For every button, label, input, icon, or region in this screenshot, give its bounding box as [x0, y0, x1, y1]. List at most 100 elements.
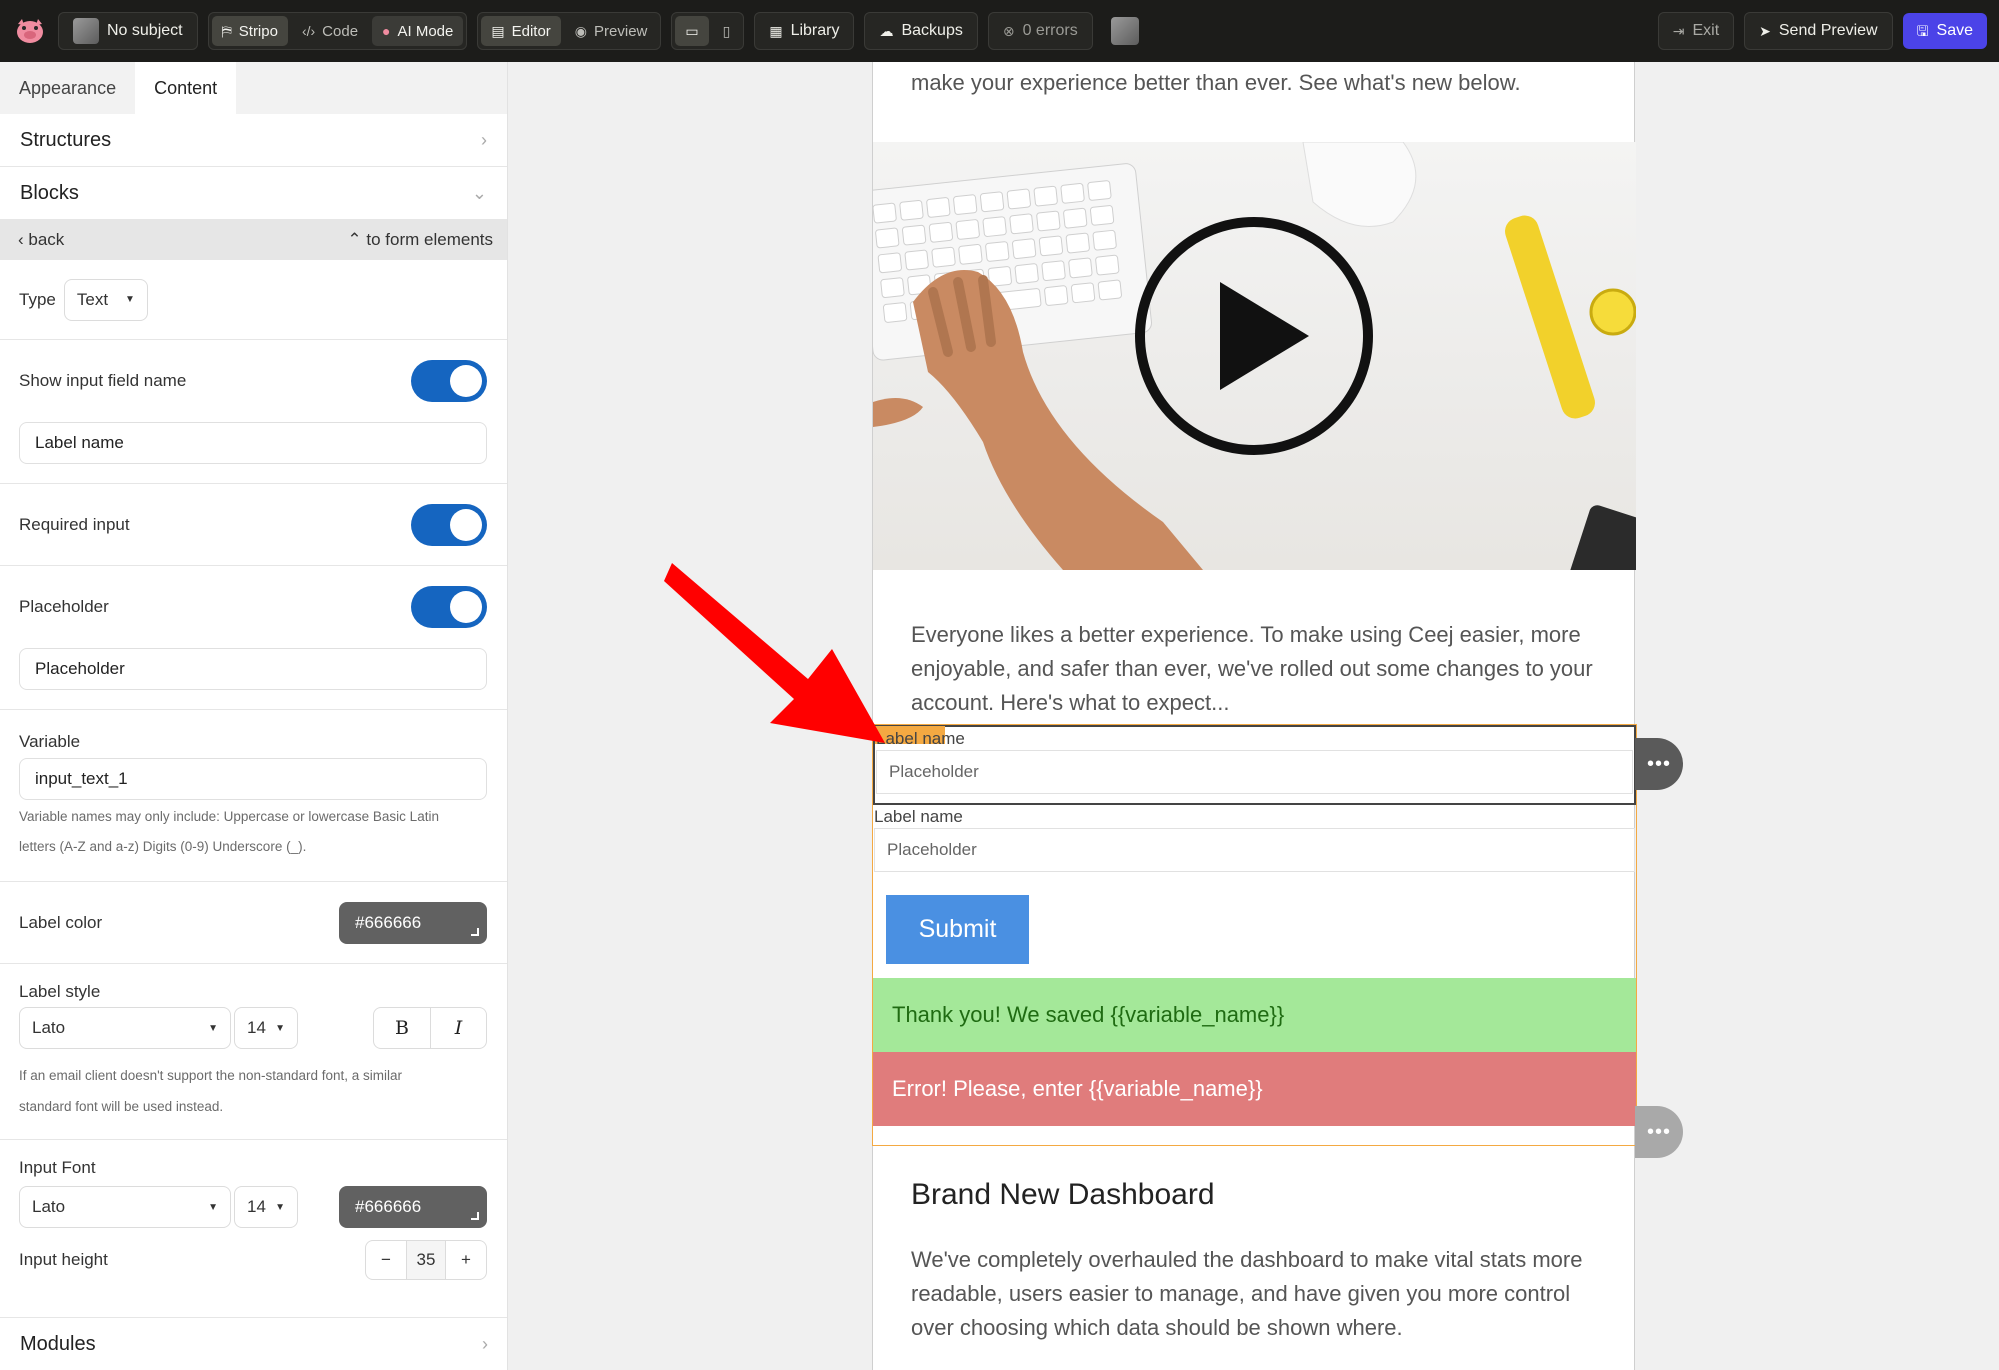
- subject-label: No subject: [107, 22, 183, 39]
- field-actions-button[interactable]: •••: [1635, 738, 1683, 790]
- library-label: Library: [790, 22, 840, 39]
- block-nav-bar: ‹ back ⌃ to form elements: [0, 220, 507, 260]
- video-thumbnail[interactable]: [873, 142, 1636, 570]
- italic-button[interactable]: I: [430, 1008, 486, 1048]
- label-color-picker[interactable]: #666666: [339, 901, 487, 944]
- tab-ai-mode-label: AI Mode: [397, 22, 454, 40]
- stripo-logo-icon[interactable]: [12, 13, 48, 49]
- divider: [0, 690, 507, 710]
- tab-editor[interactable]: ▤ Editor: [481, 16, 561, 46]
- required-toggle[interactable]: [411, 503, 487, 546]
- label-font-select[interactable]: Lato ▼: [19, 1007, 231, 1049]
- device-switcher: ▭ ▯: [671, 12, 745, 50]
- editor-icon: ▤: [491, 23, 505, 39]
- top-toolbar: No subject ⛿ Stripo ‹/› Code ● AI Mode ▤ Edi…: [0, 0, 1999, 62]
- tab-ai-mode[interactable]: ● AI Mode: [372, 16, 464, 46]
- type-select[interactable]: Text ▼: [63, 278, 148, 321]
- structures-label: Structures: [20, 128, 112, 151]
- section-title[interactable]: Brand New Dashboard: [911, 1178, 1215, 1212]
- desktop-view-button[interactable]: ▭: [675, 16, 709, 46]
- tab-stripo[interactable]: ⛿ Stripo: [211, 16, 288, 46]
- label-style-row: Label style: [0, 964, 507, 1006]
- back-button[interactable]: ‹ back: [18, 230, 64, 250]
- label-font-value: Lato: [32, 1018, 66, 1037]
- mobile-icon: ▯: [722, 23, 731, 39]
- error-circle-icon: ⊗: [1002, 23, 1015, 39]
- backups-button[interactable]: ☁ Backups: [864, 12, 978, 50]
- exit-button[interactable]: ⇥ Exit: [1657, 12, 1735, 50]
- tab-appearance[interactable]: Appearance: [0, 62, 135, 114]
- variable-input[interactable]: input_text_1: [19, 758, 487, 800]
- user-avatar[interactable]: [1110, 17, 1139, 45]
- input-font-select[interactable]: Lato ▼: [19, 1186, 231, 1228]
- chevron-right-icon: ›: [482, 1333, 488, 1354]
- view-switcher: ▤ Editor ◉ Preview: [477, 12, 662, 50]
- send-preview-button[interactable]: ➤ Send Preview: [1744, 12, 1893, 50]
- exit-label: Exit: [1692, 22, 1720, 39]
- errors-label: 0 errors: [1022, 22, 1078, 39]
- field2-label: Label name: [874, 807, 963, 826]
- to-form-elements-button[interactable]: ⌃ to form elements: [347, 230, 493, 250]
- label-color-row: Label color #666666: [0, 882, 507, 964]
- errors-button[interactable]: ⊗ 0 errors: [987, 12, 1093, 50]
- subject-button[interactable]: No subject: [58, 12, 198, 50]
- label-style-controls: Lato ▼ 14 ▼ B I: [0, 1006, 507, 1050]
- structures-accordion[interactable]: Structures ›: [0, 114, 507, 167]
- type-row: Type Text ▼: [0, 260, 507, 340]
- input-font-row: Input Font: [0, 1140, 507, 1180]
- section-text[interactable]: We've completely overhauled the dashboar…: [911, 1243, 1611, 1345]
- input-size-select[interactable]: 14 ▼: [234, 1186, 298, 1228]
- ai-pig-icon: ●: [382, 23, 391, 39]
- stripo-icon: ⛿: [221, 23, 232, 39]
- show-name-row: Show input field name: [0, 340, 507, 422]
- label-color-label: Label color: [19, 912, 103, 932]
- divider: [0, 1122, 507, 1140]
- label-size-select[interactable]: 14 ▼: [234, 1007, 298, 1049]
- more-dots-icon: •••: [1646, 752, 1671, 775]
- field2-input[interactable]: Placeholder: [874, 828, 1635, 872]
- block-actions-button[interactable]: •••: [1635, 1106, 1683, 1158]
- field1-input[interactable]: Placeholder: [876, 750, 1633, 794]
- body-text[interactable]: Everyone likes a better experience. To m…: [911, 618, 1611, 720]
- input-height-row: Input height − 35 +: [0, 1240, 507, 1284]
- divider: [0, 464, 507, 484]
- input-height-stepper[interactable]: − 35 +: [365, 1240, 487, 1280]
- settings-panel: Appearance Content Structures › Blocks ⌄…: [0, 62, 508, 1370]
- minus-icon[interactable]: −: [366, 1241, 406, 1279]
- library-button[interactable]: ▦ Library: [754, 12, 855, 50]
- divider: [0, 862, 507, 882]
- error-message: Error! Please, enter {{variable_name}}: [873, 1052, 1636, 1126]
- show-name-toggle[interactable]: [411, 360, 487, 402]
- chevron-down-icon: ⌄: [471, 182, 487, 203]
- plus-icon[interactable]: +: [446, 1241, 486, 1279]
- intro-text[interactable]: make your experience better than ever. S…: [911, 66, 1611, 100]
- selected-form-field[interactable]: Label name Placeholder: [873, 725, 1636, 805]
- tab-content[interactable]: Content: [135, 62, 237, 114]
- caret-down-icon: ▼: [208, 1201, 218, 1213]
- send-preview-label: Send Preview: [1778, 22, 1878, 39]
- blocks-accordion[interactable]: Blocks ⌄: [0, 167, 507, 220]
- variable-hint-2: letters (A-Z and a-z) Digits (0-9) Under…: [19, 839, 307, 854]
- bold-button[interactable]: B: [374, 1008, 430, 1048]
- label-bold-italic-group: B I: [373, 1007, 487, 1049]
- tab-preview[interactable]: ◉ Preview: [565, 16, 658, 46]
- save-button[interactable]: 🖫 Save: [1902, 13, 1987, 49]
- modules-label: Modules: [20, 1332, 96, 1355]
- caret-down-icon: ▼: [124, 294, 135, 305]
- placeholder-row: Placeholder: [0, 566, 507, 648]
- input-font-controls: Lato ▼ 14 ▼ #666666: [0, 1184, 507, 1230]
- mode-switcher: ⛿ Stripo ‹/› Code ● AI Mode: [207, 12, 468, 50]
- label-name-input[interactable]: Label name: [19, 422, 487, 464]
- form-block[interactable]: Label name Placeholder Label name Placeh…: [872, 724, 1637, 1146]
- placeholder-toggle[interactable]: [411, 586, 487, 628]
- show-name-label: Show input field name: [19, 371, 187, 390]
- mobile-view-button[interactable]: ▯: [713, 16, 741, 46]
- type-value: Text: [76, 289, 109, 309]
- field1-label: Label name: [876, 729, 965, 748]
- code-icon: ‹/›: [301, 23, 316, 39]
- input-color-picker[interactable]: #666666: [339, 1186, 487, 1228]
- submit-button[interactable]: Submit: [886, 895, 1029, 964]
- modules-accordion[interactable]: Modules ›: [0, 1317, 507, 1370]
- placeholder-input[interactable]: Placeholder: [19, 648, 487, 690]
- tab-code[interactable]: ‹/› Code: [292, 16, 368, 46]
